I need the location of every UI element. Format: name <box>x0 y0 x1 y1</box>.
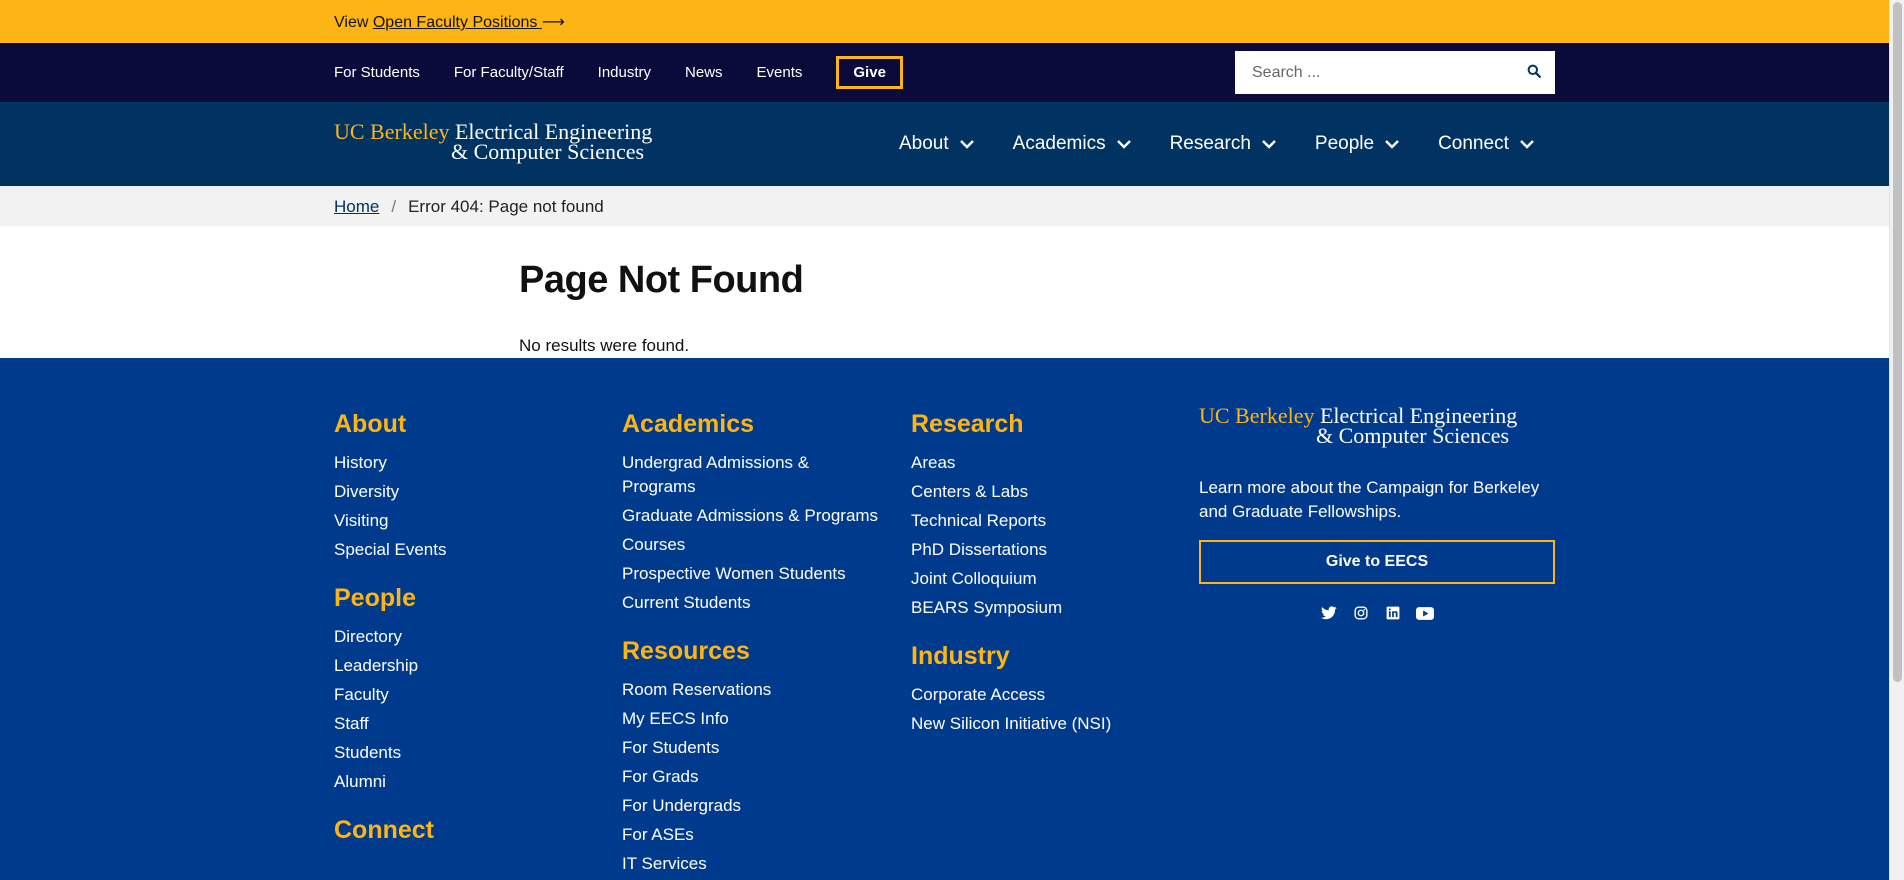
footer-heading-research[interactable]: Research <box>911 410 1171 439</box>
footer-link[interactable]: Graduate Admissions & Programs <box>622 504 882 528</box>
nav-item-people[interactable]: People <box>1315 133 1400 155</box>
logo-uc-berkeley: UC Berkeley <box>334 119 450 144</box>
footer-heading-industry[interactable]: Industry <box>911 642 1171 671</box>
footer-link[interactable]: Alumni <box>334 770 594 794</box>
chevron-down-icon <box>1520 140 1534 149</box>
utility-links: For Students For Faculty/Staff Industry … <box>334 43 903 102</box>
footer-column-3: Research Areas Centers & Labs Technical … <box>911 410 1171 758</box>
footer-link[interactable]: My EECS Info <box>622 707 882 731</box>
footer-column-2: Academics Undergrad Admissions & Program… <box>622 410 882 880</box>
footer-heading-about[interactable]: About <box>334 410 594 439</box>
footer-link[interactable]: Centers & Labs <box>911 480 1171 504</box>
footer-heading-people[interactable]: People <box>334 584 594 613</box>
utility-link-events[interactable]: Events <box>757 64 803 81</box>
nav-item-connect[interactable]: Connect <box>1438 133 1535 155</box>
page-title: Page Not Found <box>519 259 804 301</box>
footer-link[interactable]: Faculty <box>334 683 594 707</box>
utility-link-industry[interactable]: Industry <box>598 64 651 81</box>
footer-link[interactable]: Prospective Women Students <box>622 562 882 586</box>
footer-link[interactable]: Students <box>334 741 594 765</box>
banner-text: View Open Faculty Positions ⟶ <box>334 12 565 32</box>
logo-line2: & Computer Sciences <box>451 139 645 164</box>
main-navigation: UC Berkeley Electrical Engineering & Com… <box>0 102 1889 186</box>
nav-item-academics[interactable]: Academics <box>1013 133 1132 155</box>
breadcrumb-separator: / <box>391 197 397 216</box>
search-icon[interactable] <box>1527 64 1541 83</box>
twitter-icon[interactable] <box>1320 604 1338 622</box>
footer-link[interactable]: Undergrad Admissions & Programs <box>622 451 882 499</box>
footer-link[interactable]: Leadership <box>334 654 594 678</box>
footer-link[interactable]: PhD Dissertations <box>911 538 1171 562</box>
open-faculty-positions-link[interactable]: Open Faculty Positions ⟶ <box>373 14 565 31</box>
linkedin-icon[interactable] <box>1384 604 1402 622</box>
breadcrumb-current: Error 404: Page not found <box>408 197 604 216</box>
footer-link[interactable]: For Undergrads <box>622 794 882 818</box>
social-links <box>1199 604 1555 622</box>
footer-heading-resources[interactable]: Resources <box>622 637 882 666</box>
footer-link[interactable]: IT Services <box>622 852 882 876</box>
campaign-text: Learn more about the Campaign for Berkel… <box>1199 478 1540 521</box>
footer-link[interactable]: Visiting <box>334 509 594 533</box>
footer-link[interactable]: History <box>334 451 594 475</box>
instagram-icon[interactable] <box>1352 604 1370 622</box>
utility-link-news[interactable]: News <box>685 64 723 81</box>
eecs-logo[interactable]: UC Berkeley Electrical Engineering & Com… <box>334 119 652 164</box>
breadcrumb: Home / Error 404: Page not found <box>0 186 1889 226</box>
footer-link[interactable]: Areas <box>911 451 1171 475</box>
give-button[interactable]: Give <box>836 56 903 89</box>
chevron-down-icon <box>1262 140 1276 149</box>
site-footer: About History Diversity Visiting Special… <box>0 358 1889 880</box>
nav-menu: About Academics Research People Connect <box>899 102 1573 186</box>
announcement-banner: View Open Faculty Positions ⟶ <box>0 0 1889 43</box>
footer-link[interactable]: Courses <box>622 533 882 557</box>
footer-link[interactable]: Directory <box>334 625 594 649</box>
youtube-icon[interactable] <box>1416 604 1434 622</box>
footer-column-1: About History Diversity Visiting Special… <box>334 410 594 867</box>
scrollbar-thumb[interactable] <box>1893 2 1902 682</box>
footer-link[interactable]: Technical Reports <box>911 509 1171 533</box>
footer-logo-line2: & Computer Sciences <box>1316 423 1510 448</box>
footer-link[interactable]: For ASEs <box>622 823 882 847</box>
footer-logo-uc-berkeley: UC Berkeley <box>1199 403 1315 428</box>
footer-heading-connect[interactable]: Connect <box>334 816 594 845</box>
search-box <box>1235 51 1555 94</box>
footer-link[interactable]: For Grads <box>622 765 882 789</box>
arrow-right-icon: ⟶ <box>541 14 565 31</box>
footer-link[interactable]: For Students <box>622 736 882 760</box>
footer-link[interactable]: Joint Colloquium <box>911 567 1171 591</box>
footer-link[interactable]: Staff <box>334 712 594 736</box>
utility-link-for-faculty-staff[interactable]: For Faculty/Staff <box>454 64 564 81</box>
footer-column-4: UC Berkeley Electrical Engineering & Com… <box>1199 403 1555 622</box>
footer-link[interactable]: BEARS Symposium <box>911 596 1171 620</box>
footer-link[interactable]: Room Reservations <box>622 678 882 702</box>
footer-link[interactable]: Diversity <box>334 480 594 504</box>
footer-link[interactable]: Special Events <box>334 538 594 562</box>
nav-item-research[interactable]: Research <box>1170 133 1277 155</box>
main-content: Page Not Found No results were found. <box>0 226 1889 358</box>
utility-link-for-students[interactable]: For Students <box>334 64 420 81</box>
page: View Open Faculty Positions ⟶ For Studen… <box>0 0 1889 880</box>
utility-bar: For Students For Faculty/Staff Industry … <box>0 43 1889 102</box>
footer-heading-academics[interactable]: Academics <box>622 410 882 439</box>
footer-link[interactable]: New Silicon Initiative (NSI) <box>911 712 1171 736</box>
footer-link[interactable]: Current Students <box>622 591 882 615</box>
no-results-message: No results were found. <box>519 336 690 355</box>
footer-link[interactable]: Corporate Access <box>911 683 1171 707</box>
page-scrollbar[interactable] <box>1889 0 1904 880</box>
chevron-down-icon <box>1116 140 1131 149</box>
breadcrumb-home[interactable]: Home <box>334 197 379 217</box>
banner-prefix: View <box>334 14 369 31</box>
nav-item-about[interactable]: About <box>899 133 975 155</box>
chevron-down-icon <box>1385 140 1399 149</box>
search-input[interactable] <box>1235 63 1515 82</box>
chevron-down-icon <box>959 140 974 149</box>
footer-eecs-logo[interactable]: UC Berkeley Electrical Engineering & Com… <box>1199 403 1555 448</box>
give-to-eecs-button[interactable]: Give to EECS <box>1199 540 1555 584</box>
